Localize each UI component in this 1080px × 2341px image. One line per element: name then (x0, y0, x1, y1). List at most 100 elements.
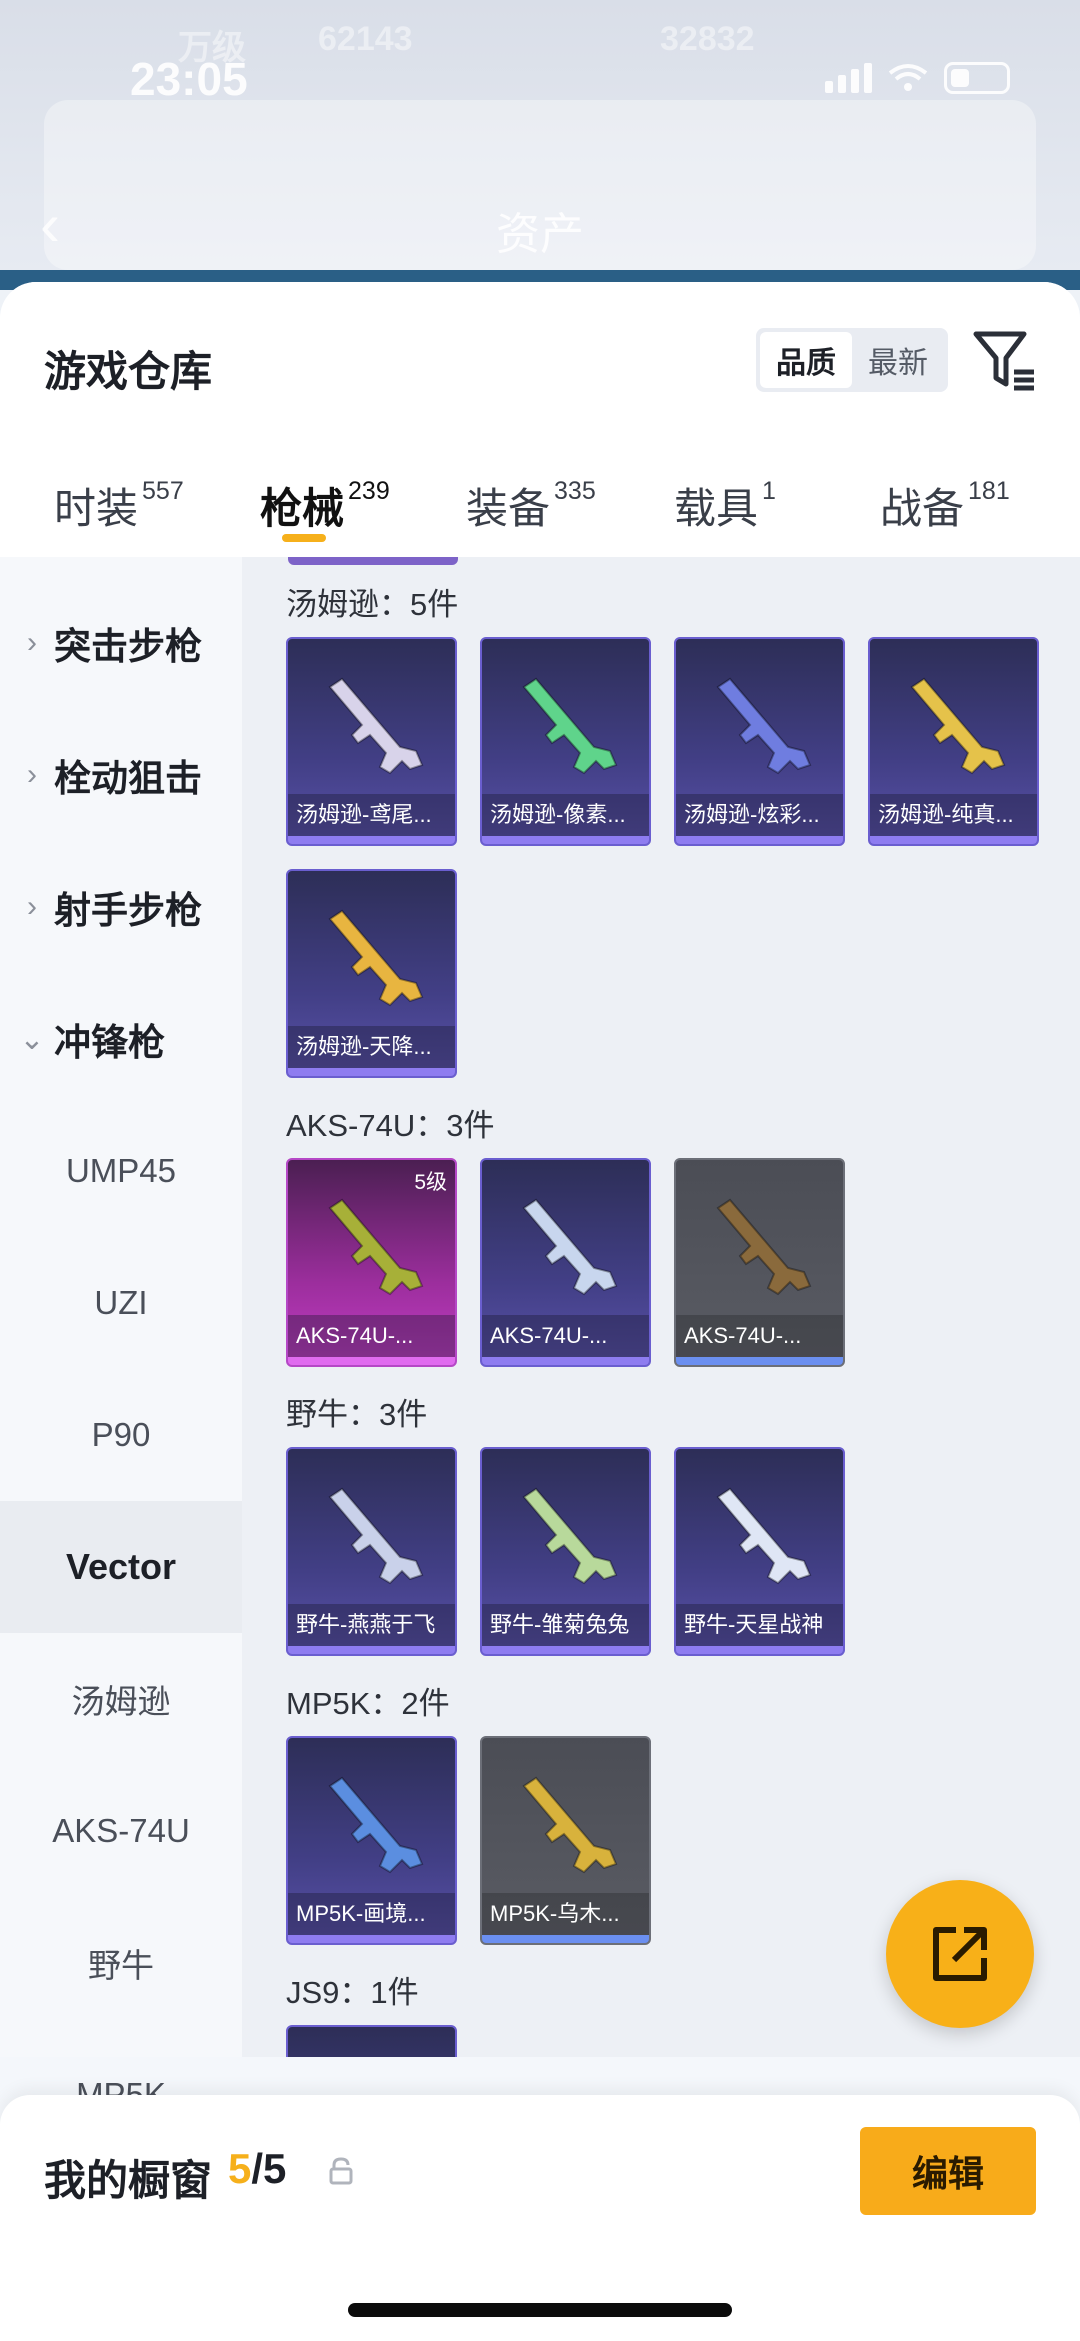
weapon-image (716, 1198, 812, 1296)
category-item[interactable]: › 突击步枪 (0, 577, 242, 709)
weapon-image (522, 1776, 618, 1874)
tab-combat-gear[interactable]: 战备 181 (880, 457, 1010, 557)
chevron-icon: › (27, 626, 37, 659)
category-item[interactable]: ⌄ 冲锋枪 (0, 973, 242, 1105)
category-label: Vector (65, 1546, 177, 1587)
tab-count: 335 (554, 477, 596, 505)
skin-name: MP5K-乌木... (482, 1893, 649, 1935)
level-badge: 5级 (414, 1171, 447, 1194)
rarity-stripe (482, 1935, 649, 1943)
warehouse-sheet: 游戏仓库 品质 最新 时装 557 枪械 239 装备 335 载具 1 战备 … (0, 282, 1080, 2341)
battery-icon (944, 62, 1010, 94)
category-item[interactable]: UZI (0, 1237, 242, 1369)
weapon-image (716, 1487, 812, 1585)
weapon-skin-card[interactable]: 汤姆逊-天降... (286, 869, 457, 1078)
scroll-hint (288, 557, 458, 565)
tab-label: 枪械 (260, 485, 345, 532)
weapon-category-list: › 突击步枪 › 栓动狙击 › 射手步枪 ⌄ 冲锋枪 UMP45 UZI P90 Vector 汤姆逊 A… (0, 557, 242, 2113)
rarity-stripe (482, 1646, 649, 1654)
weapon-skin-card[interactable]: 汤姆逊-鸢尾... (286, 637, 457, 846)
tab-vehicles[interactable]: 载具 1 (674, 457, 776, 557)
skin-name: AKS-74U-... (482, 1315, 649, 1357)
category-item[interactable]: AKS-74U (0, 1765, 242, 1897)
skin-name: MP5K-画境... (288, 1893, 455, 1935)
weapon-skin-card[interactable]: 汤姆逊-像素... (480, 637, 651, 846)
rarity-stripe (870, 836, 1037, 844)
status-time: 23:05 (130, 53, 248, 105)
weapon-image (522, 1198, 618, 1296)
weapon-skin-card[interactable]: AKS-74U-... (674, 1158, 845, 1367)
category-label: 野牛 (88, 1947, 154, 1984)
showcase-count-total: /5 (251, 2145, 287, 2192)
weapon-image (328, 909, 424, 1007)
rarity-stripe (288, 1646, 455, 1654)
skin-name: 野牛-燕燕于飞 (288, 1604, 455, 1646)
category-tabs: 时装 557 枪械 239 装备 335 载具 1 战备 181 (0, 457, 1080, 557)
rarity-stripe (482, 1357, 649, 1365)
weapon-skin-card[interactable]: 野牛-雏菊兔兔 (480, 1447, 651, 1656)
sheet-title: 游戏仓库 (44, 348, 213, 395)
weapon-skin-card[interactable]: 5级 AKS-74U-... (286, 1158, 457, 1367)
skin-name: 野牛-天星战神 (676, 1604, 843, 1646)
category-item[interactable]: P90 (0, 1369, 242, 1501)
tab-count: 1 (762, 477, 776, 505)
wifi-icon (888, 64, 928, 91)
category-label: 冲锋枪 (54, 1022, 165, 1063)
weapon-skin-card[interactable] (286, 2025, 457, 2057)
sort-latest-button[interactable]: 最新 (852, 332, 944, 388)
chevron-icon: › (27, 758, 37, 791)
tab-fashion[interactable]: 时装 557 (54, 457, 184, 557)
category-label: 汤姆逊 (71, 1683, 171, 1720)
category-item[interactable]: 野牛 (0, 1897, 242, 2029)
lock-icon (329, 2157, 353, 2185)
rarity-stripe (288, 1068, 455, 1076)
tab-label: 战备 (880, 485, 965, 532)
skin-name: 汤姆逊-天降... (288, 1026, 455, 1068)
filter-icon[interactable] (970, 326, 1038, 394)
background-title: 资产 (496, 210, 584, 259)
tab-count: 181 (968, 477, 1010, 505)
category-label: 突击步枪 (54, 626, 202, 667)
share-button[interactable] (886, 1880, 1034, 2028)
rarity-stripe (288, 1357, 455, 1365)
background-text-b: 62143 (318, 20, 413, 58)
category-item[interactable]: 汤姆逊 (0, 1633, 242, 1765)
weapon-skin-card[interactable]: 野牛-天星战神 (674, 1447, 845, 1656)
edit-button[interactable]: 编辑 (860, 2127, 1036, 2215)
tab-count: 239 (348, 477, 390, 505)
weapon-skin-card[interactable]: MP5K-画境... (286, 1736, 457, 1945)
weapon-skin-card[interactable]: MP5K-乌木... (480, 1736, 651, 1945)
skin-name: 汤姆逊-纯真... (870, 794, 1037, 836)
home-indicator[interactable] (348, 2303, 732, 2317)
category-item[interactable]: › 射手步枪 (0, 841, 242, 973)
section-title: AKS-74U：3件 (286, 1108, 495, 1143)
weapon-image (910, 677, 1006, 775)
category-label: UZI (94, 1284, 148, 1321)
rarity-stripe (676, 836, 843, 844)
rarity-stripe (288, 1935, 455, 1943)
weapon-skin-card[interactable]: 野牛-燕燕于飞 (286, 1447, 457, 1656)
skin-name: AKS-74U-... (288, 1315, 455, 1357)
category-label: AKS-74U (52, 1812, 190, 1849)
rarity-stripe (482, 836, 649, 844)
rarity-stripe (288, 836, 455, 844)
category-label: P90 (91, 1416, 151, 1453)
item-grid: 汤姆逊：5件 汤姆逊-鸢尾... 汤姆逊-像素... 汤姆逊-炫彩... 汤姆逊-纯真.… (242, 557, 1080, 2057)
weapon-image (522, 1487, 618, 1585)
tab-equipment[interactable]: 装备 335 (466, 457, 596, 557)
weapon-skin-card[interactable]: AKS-74U-... (480, 1158, 651, 1367)
tab-count: 557 (142, 477, 184, 505)
sort-quality-button[interactable]: 品质 (760, 332, 852, 388)
tab-label: 时装 (54, 485, 139, 532)
section-title: MP5K：2件 (286, 1686, 450, 1721)
weapon-skin-card[interactable]: 汤姆逊-炫彩... (674, 637, 845, 846)
category-item[interactable]: › 栓动狙击 (0, 709, 242, 841)
skin-name: 汤姆逊-鸢尾... (288, 794, 455, 836)
weapon-skin-card[interactable]: 汤姆逊-纯真... (868, 637, 1039, 846)
showcase-label: 我的橱窗 (44, 2157, 213, 2204)
category-item[interactable]: UMP45 (0, 1105, 242, 1237)
category-item[interactable]: Vector (0, 1501, 242, 1633)
showcase-count-current: 5 (228, 2145, 252, 2192)
section-title: JS9：1件 (286, 1975, 419, 2010)
tab-firearms[interactable]: 枪械 239 (260, 457, 390, 557)
